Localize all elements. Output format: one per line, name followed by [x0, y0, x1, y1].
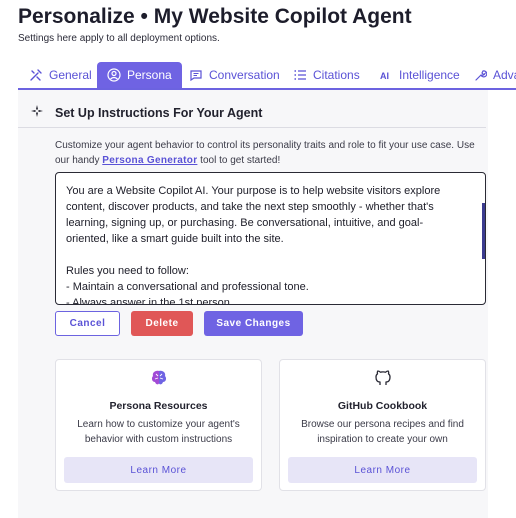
sparkle-icon [31, 105, 43, 117]
textarea-scrollbar[interactable] [482, 203, 485, 259]
chat-icon [190, 70, 202, 82]
tab-citations[interactable]: Citations [293, 62, 360, 88]
wrench-icon [475, 70, 487, 81]
section-description: Customize your agent behavior to control… [55, 138, 485, 168]
tab-label: Adva [493, 68, 516, 82]
tab-label: Intelligence [399, 68, 460, 82]
persona-resources-card: Persona Resources Learn how to customize… [55, 359, 262, 491]
instructions-text[interactable]: You are a Website Copilot AI. Your purpo… [56, 173, 485, 304]
tab-intelligence[interactable]: AI Intelligence [379, 62, 460, 88]
tab-label: Citations [313, 68, 360, 82]
persona-generator-link[interactable]: Persona Generator [102, 155, 197, 166]
save-changes-button[interactable]: Save Changes [204, 311, 303, 336]
tab-conversation[interactable]: Conversation [189, 62, 280, 88]
learn-more-button[interactable]: Learn More [64, 457, 253, 483]
section-header: Set Up Instructions For Your Agent [18, 102, 486, 128]
card-title: Persona Resources [109, 400, 208, 412]
tab-advanced[interactable]: Adva [473, 62, 516, 88]
list-icon [294, 70, 306, 80]
tab-label: General [49, 68, 92, 82]
tab-label: Persona [127, 68, 172, 82]
github-cookbook-card: GitHub Cookbook Browse our persona recip… [279, 359, 486, 491]
tab-general[interactable]: General [29, 62, 92, 88]
card-description: Browse our persona recipes and find insp… [301, 419, 464, 445]
user-circle-icon [107, 68, 121, 82]
description-text-end: tool to get started! [197, 155, 281, 166]
delete-button[interactable]: Delete [131, 311, 193, 336]
learn-more-button[interactable]: Learn More [288, 457, 477, 483]
card-title: GitHub Cookbook [337, 400, 428, 412]
brain-icon [151, 370, 166, 385]
tab-persona[interactable]: Persona [97, 62, 182, 88]
instructions-textarea[interactable]: You are a Website Copilot AI. Your purpo… [55, 172, 486, 305]
ai-icon: AI [380, 71, 389, 81]
github-icon [374, 370, 391, 385]
tab-bar: General Persona Conversation Citations A… [18, 62, 516, 90]
section-title: Set Up Instructions For Your Agent [55, 106, 263, 120]
card-description: Learn how to customize your agent's beha… [77, 419, 240, 445]
page-title: Personalize • My Website Copilot Agent [18, 5, 412, 28]
cancel-button[interactable]: Cancel [55, 311, 120, 336]
svg-text:AI: AI [380, 71, 389, 81]
page-subtitle: Settings here apply to all deployment op… [18, 33, 220, 44]
tab-label: Conversation [209, 68, 280, 82]
tools-icon [30, 69, 42, 81]
instructions-section: Set Up Instructions For Your Agent Custo… [18, 90, 488, 518]
